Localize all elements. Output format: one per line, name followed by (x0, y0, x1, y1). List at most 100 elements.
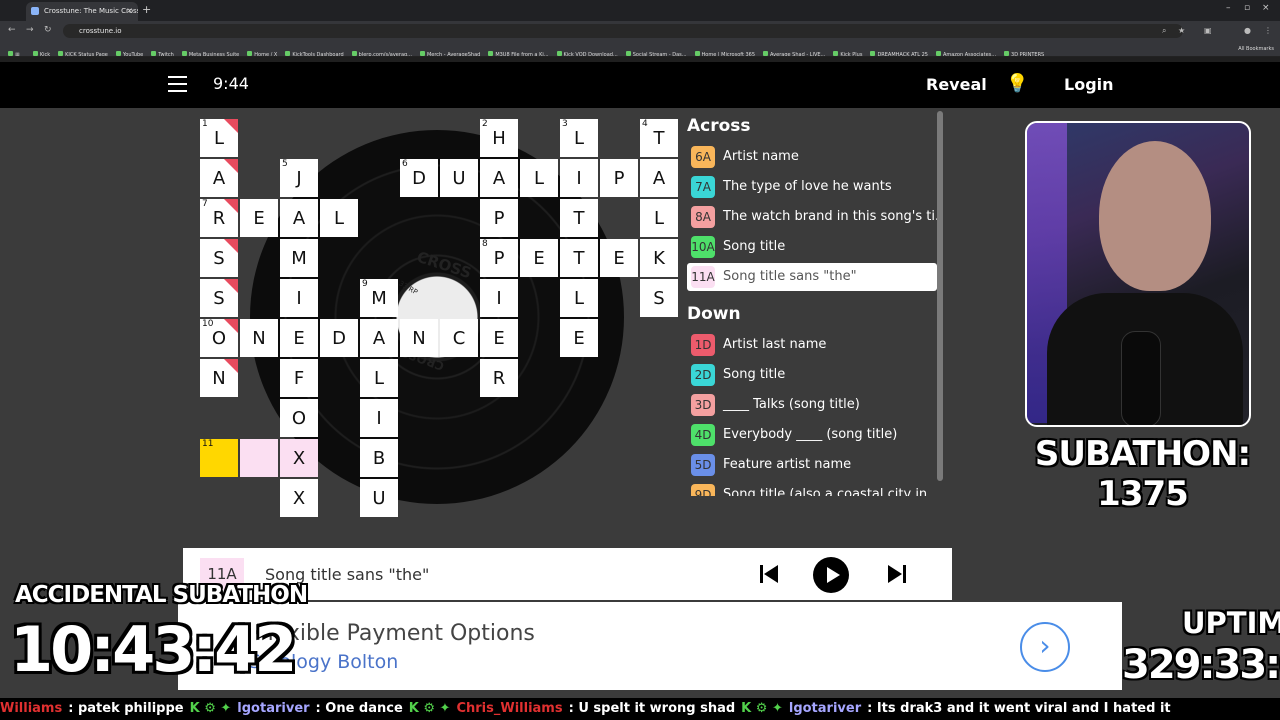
reload-icon[interactable]: ↻ (44, 25, 52, 35)
back-icon[interactable]: ← (8, 25, 16, 35)
crossword-cell[interactable]: A (200, 159, 238, 197)
bookmark-item[interactable]: Home | Microsoft 365 (691, 46, 760, 56)
crossword-cell[interactable]: T (560, 239, 598, 277)
ad-arrow-icon[interactable]: › (1020, 622, 1070, 672)
bookmark-item[interactable]: Social Stream - Das... (622, 46, 691, 56)
crossword-cell[interactable]: R (480, 359, 518, 397)
crossword-cell[interactable]: 4T (640, 119, 678, 157)
clue-item[interactable]: 1D Artist last name (687, 331, 937, 359)
crossword-cell[interactable]: N (200, 359, 238, 397)
url-field[interactable]: crosstune.io (63, 24, 1183, 38)
crossword-cell[interactable]: E (280, 319, 318, 357)
bookmark-item[interactable]: KickTools Dashboard (281, 46, 347, 56)
clue-item[interactable]: 6A Artist name (687, 143, 937, 171)
clue-item[interactable]: 10A Song title (687, 233, 937, 261)
login-button[interactable]: Login (1064, 75, 1114, 94)
browser-tab[interactable]: Crosstune: The Music Crossword× (26, 2, 138, 21)
bookmark-item[interactable]: 3D PRINTERS (1000, 46, 1048, 56)
crossword-cell[interactable]: A (640, 159, 678, 197)
crossword-cell[interactable]: L (560, 279, 598, 317)
bookmark-item[interactable]: Average Shad - LIVE... (759, 46, 829, 56)
bookmark-item[interactable]: Meta Business Suite (178, 46, 243, 56)
crossword-cell[interactable]: B (360, 439, 398, 477)
crossword-cell[interactable]: A (480, 159, 518, 197)
new-tab-icon[interactable]: + (142, 3, 151, 16)
apps-icon[interactable]: ▦ (0, 46, 24, 56)
crossword-cell[interactable]: C (440, 319, 478, 357)
bookmark-item[interactable]: Amazon Associates... (932, 46, 1000, 56)
crossword-cell[interactable]: A (280, 199, 318, 237)
previous-clue-icon[interactable] (757, 562, 781, 586)
crossword-cell[interactable]: P (480, 199, 518, 237)
crossword-cell[interactable]: K (640, 239, 678, 277)
close-tab-icon[interactable]: × (126, 6, 133, 15)
crossword-cell[interactable]: X (280, 439, 318, 477)
crossword-cell[interactable]: 8P (480, 239, 518, 277)
crossword-cell[interactable]: F (280, 359, 318, 397)
crossword-cell[interactable]: E (520, 239, 558, 277)
crossword-cell[interactable]: S (200, 239, 238, 277)
bookmark-item[interactable]: Kick VOD Download... (553, 46, 622, 56)
crossword-cell[interactable]: U (360, 479, 398, 517)
clue-item[interactable]: 5D Feature artist name (687, 451, 937, 479)
clue-item[interactable]: 11A Song title sans "the" (687, 263, 937, 291)
forward-icon[interactable]: → (26, 25, 34, 35)
bookmark-item[interactable]: KICK Status Page (54, 46, 112, 56)
crossword-cell[interactable]: 5J (280, 159, 318, 197)
clue-item[interactable]: 9D Song title (also a coastal city in... (687, 481, 937, 496)
crossword-cell[interactable]: 7R (200, 199, 238, 237)
bookmark-item[interactable]: blerp.com/s/averag... (348, 46, 416, 56)
bookmark-item[interactable]: YouTube (112, 46, 147, 56)
crossword-cell[interactable]: I (480, 279, 518, 317)
clue-item[interactable]: 3D ____ Talks (song title) (687, 391, 937, 419)
extensions-icon[interactable]: ▣ (1204, 26, 1212, 35)
bookmark-item[interactable]: Kick (29, 46, 54, 56)
crossword-cell[interactable]: E (240, 199, 278, 237)
next-clue-icon[interactable] (885, 562, 909, 586)
minimize-icon[interactable]: – (1226, 3, 1231, 13)
crossword-cell[interactable]: L (360, 359, 398, 397)
bookmark-item[interactable]: Home / X (243, 46, 281, 56)
star-icon[interactable]: ★ (1178, 26, 1185, 35)
clue-item[interactable]: 4D Everybody ____ (song title) (687, 421, 937, 449)
clue-list-scrollbar[interactable] (937, 111, 943, 481)
crossword-cell[interactable]: I (280, 279, 318, 317)
crossword-cell[interactable] (240, 439, 278, 477)
all-bookmarks[interactable]: All Bookmarks (1238, 46, 1274, 52)
lightbulb-hint-icon[interactable]: 💡 (1006, 73, 1028, 94)
menu-icon[interactable]: ⋮ (1264, 26, 1272, 35)
crossword-cell[interactable]: I (360, 399, 398, 437)
crossword-cell[interactable]: X (280, 479, 318, 517)
crossword-cell[interactable]: L (320, 199, 358, 237)
crossword-cell[interactable]: N (240, 319, 278, 357)
bookmark-item[interactable]: Merch - AverageShad (416, 46, 484, 56)
crossword-cell[interactable]: 2H (480, 119, 518, 157)
maximize-icon[interactable]: ▫ (1244, 3, 1250, 13)
crossword-cell[interactable]: S (200, 279, 238, 317)
zoom-icon[interactable]: ⌕ (1162, 26, 1166, 36)
crossword-cell[interactable]: 9M (360, 279, 398, 317)
crossword-cell[interactable]: L (520, 159, 558, 197)
crossword-cell[interactable]: 3L (560, 119, 598, 157)
clue-item[interactable]: 2D Song title (687, 361, 937, 389)
profile-icon[interactable]: ● (1244, 26, 1251, 35)
close-window-icon[interactable]: × (1262, 3, 1270, 13)
crossword-cell[interactable]: 11 (200, 439, 238, 477)
crossword-cell[interactable]: E (560, 319, 598, 357)
bookmark-item[interactable]: DREAMHACK ATL 25 (866, 46, 932, 56)
crossword-cell[interactable]: S (640, 279, 678, 317)
crossword-cell[interactable]: E (480, 319, 518, 357)
crossword-cell[interactable]: U (440, 159, 478, 197)
crossword-cell[interactable]: M (280, 239, 318, 277)
crossword-cell[interactable]: 6D (400, 159, 438, 197)
crossword-cell[interactable]: O (280, 399, 318, 437)
hamburger-menu-icon[interactable] (168, 76, 187, 92)
crossword-cell[interactable]: T (560, 199, 598, 237)
bookmark-item[interactable]: Twitch (147, 46, 178, 56)
crossword-cell[interactable]: N (400, 319, 438, 357)
crossword-cell[interactable]: E (600, 239, 638, 277)
crossword-cell[interactable]: D (320, 319, 358, 357)
crossword-cell[interactable]: A (360, 319, 398, 357)
bookmark-item[interactable]: Kick Plus (829, 46, 866, 56)
clue-item[interactable]: 8A The watch brand in this song's ti... (687, 203, 937, 231)
